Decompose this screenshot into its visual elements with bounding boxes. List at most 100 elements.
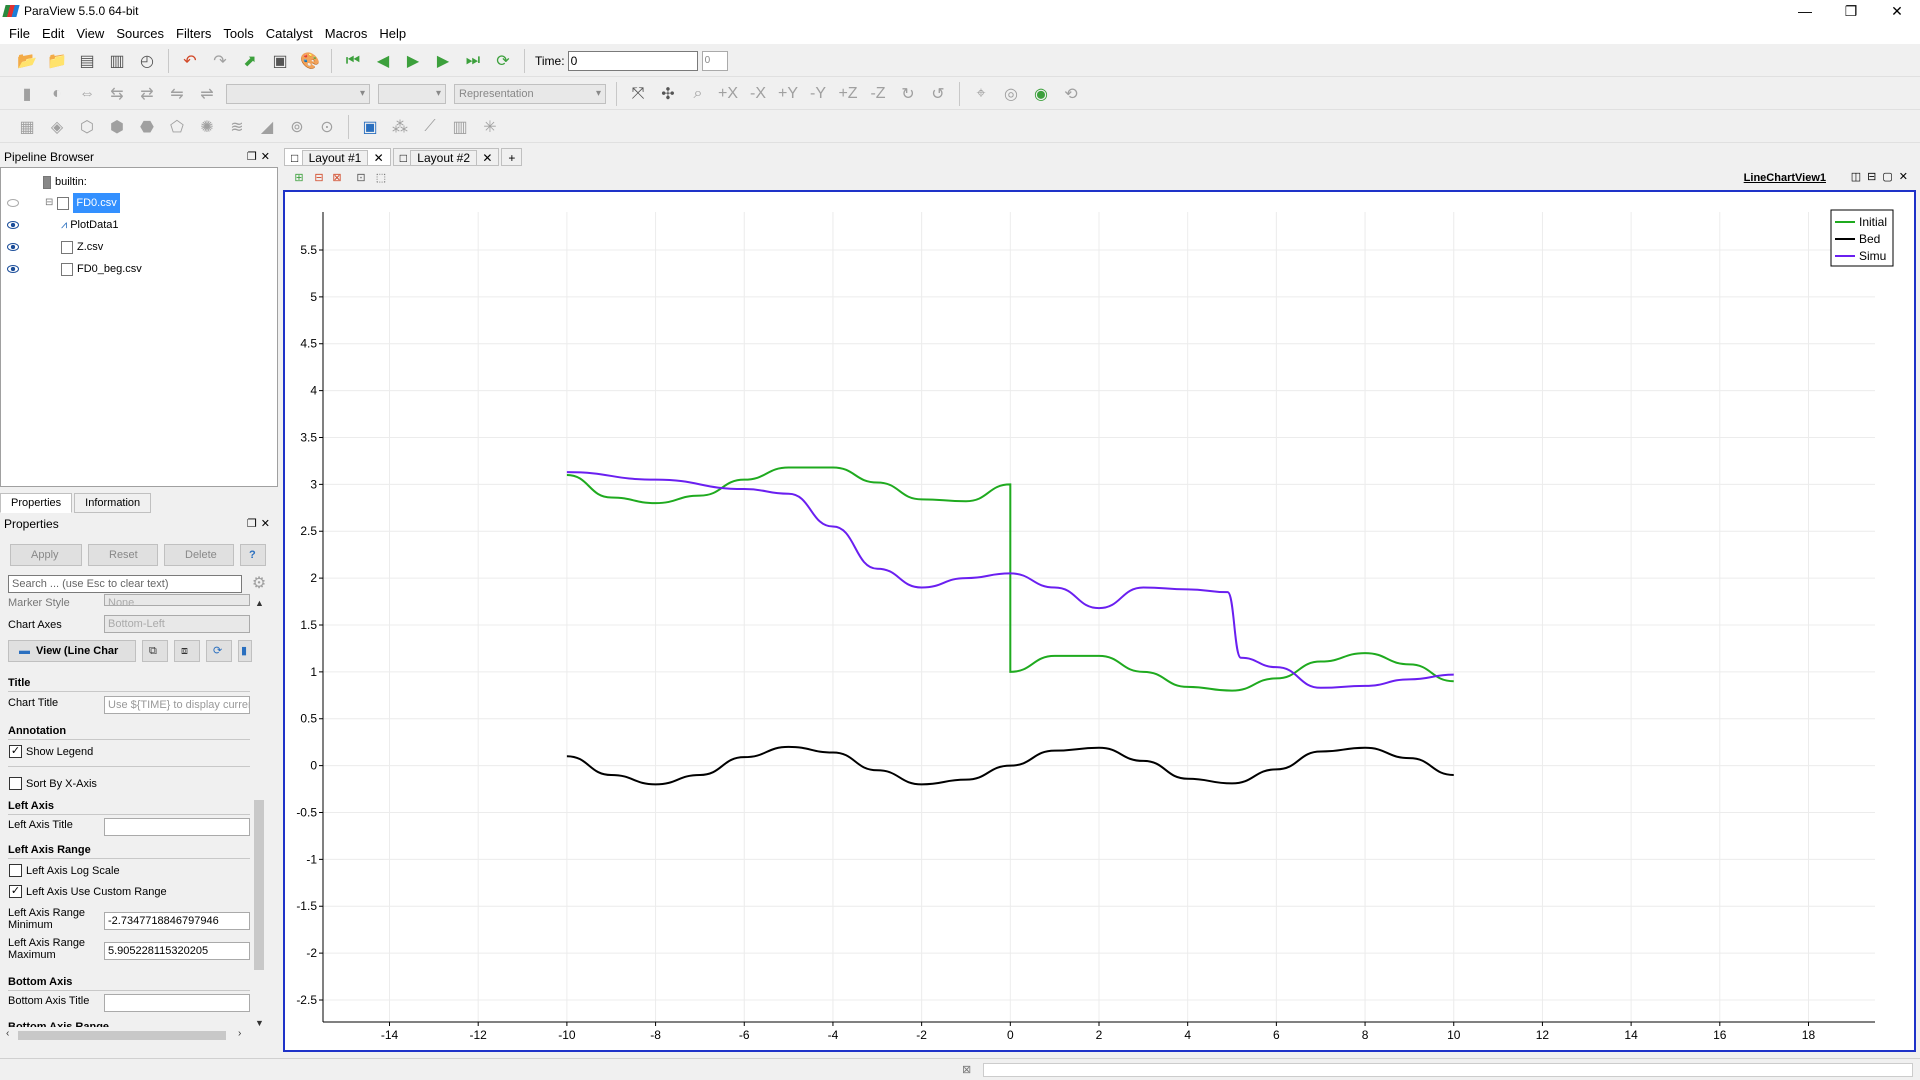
tab-layout-1[interactable]: □ Layout #1 ✕ bbox=[284, 148, 391, 166]
view-split-close-icon[interactable]: ◫⊟▢✕ bbox=[1851, 170, 1914, 183]
recent-files-icon[interactable]: 📁 bbox=[46, 50, 68, 72]
slice-icon[interactable]: ⬢ bbox=[106, 116, 128, 138]
rescale-visible-icon[interactable]: ⇋ bbox=[166, 83, 188, 105]
time-input[interactable] bbox=[567, 51, 698, 71]
play-icon[interactable]: ▶ bbox=[402, 50, 424, 72]
plot-over-line-icon[interactable]: ⟋ bbox=[419, 116, 441, 138]
new-layout-tab[interactable]: + bbox=[501, 148, 523, 166]
panel-float-close-icon[interactable]: ❐✕ bbox=[247, 148, 274, 166]
toggle-color-legend-icon[interactable]: ▮ bbox=[16, 83, 38, 105]
zoom-to-box-icon[interactable]: ⌕ bbox=[687, 83, 709, 105]
delete-button[interactable]: Delete bbox=[164, 544, 234, 566]
glyph-icon[interactable]: ✺ bbox=[196, 116, 218, 138]
warp-vector-icon[interactable]: ◢ bbox=[256, 116, 278, 138]
menu-sources[interactable]: Sources bbox=[116, 26, 164, 41]
visibility-eye-icon[interactable] bbox=[7, 265, 19, 273]
apply-button[interactable]: Apply bbox=[10, 544, 82, 566]
view-line-chart-button[interactable]: ▬ View (Line Char bbox=[8, 640, 136, 662]
menu-filters[interactable]: Filters bbox=[176, 26, 211, 41]
panel-float-close-icon[interactable]: ❐✕ bbox=[247, 515, 274, 533]
menu-edit[interactable]: Edit bbox=[42, 26, 64, 41]
select-cells-icon[interactable]: ▣ bbox=[359, 116, 381, 138]
left-axis-log-checkbox[interactable] bbox=[9, 864, 22, 877]
visibility-eye-icon[interactable] bbox=[7, 221, 19, 229]
color-by-dropdown[interactable] bbox=[226, 84, 370, 104]
threshold-icon[interactable]: ⬣ bbox=[136, 116, 158, 138]
left-axis-title-input[interactable] bbox=[104, 818, 250, 836]
split-view-icon[interactable]: ⊞ bbox=[292, 166, 306, 188]
clip-icon[interactable]: ⬡ bbox=[76, 116, 98, 138]
view-name[interactable]: LineChartView1 bbox=[1744, 172, 1826, 184]
menu-help[interactable]: Help bbox=[379, 26, 406, 41]
view-plus-y-icon[interactable]: +Y bbox=[777, 83, 799, 105]
group-datasets-icon[interactable]: ⊚ bbox=[286, 116, 308, 138]
stream-tracer-icon[interactable]: ≋ bbox=[226, 116, 248, 138]
close-icon[interactable]: ✕ bbox=[1874, 0, 1920, 22]
stop-icon[interactable]: ⊠ bbox=[962, 1063, 971, 1076]
load-state-icon[interactable]: ▤ bbox=[76, 50, 98, 72]
refresh-icon[interactable]: ⟳ bbox=[206, 640, 232, 662]
left-axis-max-input[interactable]: 5.905228115320205 bbox=[104, 942, 250, 960]
camera-parallel-icon[interactable]: ⌖ bbox=[970, 83, 992, 105]
menu-tools[interactable]: Tools bbox=[223, 26, 253, 41]
edit-color-map-icon[interactable]: ◐ bbox=[46, 83, 68, 105]
left-axis-min-input[interactable]: -2.7347718846797946 bbox=[104, 912, 250, 930]
rescale-data-icon[interactable]: ⇌ bbox=[196, 83, 218, 105]
calculator-icon[interactable]: ▦ bbox=[16, 116, 38, 138]
selection-icon[interactable]: ⬚ bbox=[374, 166, 388, 188]
reset-range-icon[interactable]: ⇔ bbox=[76, 83, 98, 105]
paste-icon[interactable]: ⧈ bbox=[174, 640, 200, 662]
properties-vertical-scrollbar[interactable]: ▲ ▼ bbox=[252, 598, 266, 1030]
line-chart-view[interactable]: -14 -12 -10 -8 -6 -4 -2 0 2 4 6 8 10 12 14 16 18 -2.5 -2 -1… bbox=[283, 190, 1916, 1052]
extract-level-icon[interactable]: ⊙ bbox=[316, 116, 338, 138]
view-plus-x-icon[interactable]: +X bbox=[717, 83, 739, 105]
collapse-icon[interactable]: ⊟ bbox=[45, 193, 53, 213]
palette-icon[interactable]: 🎨 bbox=[299, 50, 321, 72]
time-step-spinbox[interactable]: 0 bbox=[701, 51, 728, 71]
redo-icon[interactable]: ↷ bbox=[209, 50, 231, 72]
loop-icon[interactable]: ⟳ bbox=[492, 50, 514, 72]
menu-catalyst[interactable]: Catalyst bbox=[266, 26, 313, 41]
open-folder-icon[interactable]: 📂 bbox=[16, 50, 38, 72]
redo-camera-icon[interactable]: ⊡ bbox=[354, 166, 368, 188]
restore-icon[interactable]: ❐ bbox=[1828, 0, 1874, 22]
first-frame-icon[interactable]: ⏮ bbox=[342, 50, 364, 72]
next-frame-icon[interactable]: ▶ bbox=[432, 50, 454, 72]
pipeline-item-plotdata[interactable]: ⩘ PlotData1 bbox=[1, 215, 271, 235]
chart-title-input[interactable]: Use ${TIME} to display curren bbox=[104, 696, 250, 714]
timer-icon[interactable]: ◴ bbox=[136, 50, 158, 72]
pipeline-item-fd0[interactable]: ⊟ FD0.csv bbox=[1, 193, 271, 213]
menu-macros[interactable]: Macros bbox=[325, 26, 368, 41]
chart-axes-field[interactable]: Bottom-Left bbox=[104, 615, 250, 633]
reset-camera-icon[interactable]: ⤧ bbox=[627, 83, 649, 105]
reset-center-icon[interactable]: ⟲ bbox=[1060, 83, 1082, 105]
last-frame-icon[interactable]: ⏭ bbox=[462, 50, 484, 72]
connect-icon[interactable]: ⬈ bbox=[239, 50, 261, 72]
disconnect-icon[interactable]: ▣ bbox=[269, 50, 291, 72]
rescale-time-icon[interactable]: ⇄ bbox=[136, 83, 158, 105]
left-axis-custom-range-checkbox[interactable]: ✓ bbox=[9, 885, 22, 898]
contour-icon[interactable]: ◈ bbox=[46, 116, 68, 138]
rescale-custom-icon[interactable]: ⇆ bbox=[106, 83, 128, 105]
capture-icon[interactable]: ⊟ bbox=[312, 166, 326, 188]
minimize-icon[interactable]: — bbox=[1782, 0, 1828, 22]
visibility-eye-icon[interactable] bbox=[7, 199, 19, 207]
menu-view[interactable]: View bbox=[76, 26, 104, 41]
zoom-to-data-icon[interactable]: ✣ bbox=[657, 83, 679, 105]
menu-file[interactable]: File bbox=[9, 26, 30, 41]
pipeline-item-z[interactable]: Z.csv bbox=[1, 237, 271, 257]
query-icon[interactable]: ⁂ bbox=[389, 116, 411, 138]
view-plus-z-icon[interactable]: +Z bbox=[837, 83, 859, 105]
previous-frame-icon[interactable]: ◀ bbox=[372, 50, 394, 72]
extract-subset-icon[interactable]: ⬠ bbox=[166, 116, 188, 138]
pipeline-item-fd0-beg[interactable]: FD0_beg.csv bbox=[1, 259, 271, 279]
view-minus-x-icon[interactable]: -X bbox=[747, 83, 769, 105]
visibility-eye-icon[interactable] bbox=[7, 243, 19, 251]
save-default-icon[interactable]: ▮ bbox=[238, 640, 252, 662]
view-minus-y-icon[interactable]: -Y bbox=[807, 83, 829, 105]
marker-style-field[interactable]: None bbox=[104, 594, 250, 606]
python-icon[interactable]: ✳ bbox=[479, 116, 501, 138]
center-axes-icon[interactable]: ◎ bbox=[1000, 83, 1022, 105]
reset-button[interactable]: Reset bbox=[88, 544, 158, 566]
help-button[interactable]: ? bbox=[240, 544, 266, 566]
